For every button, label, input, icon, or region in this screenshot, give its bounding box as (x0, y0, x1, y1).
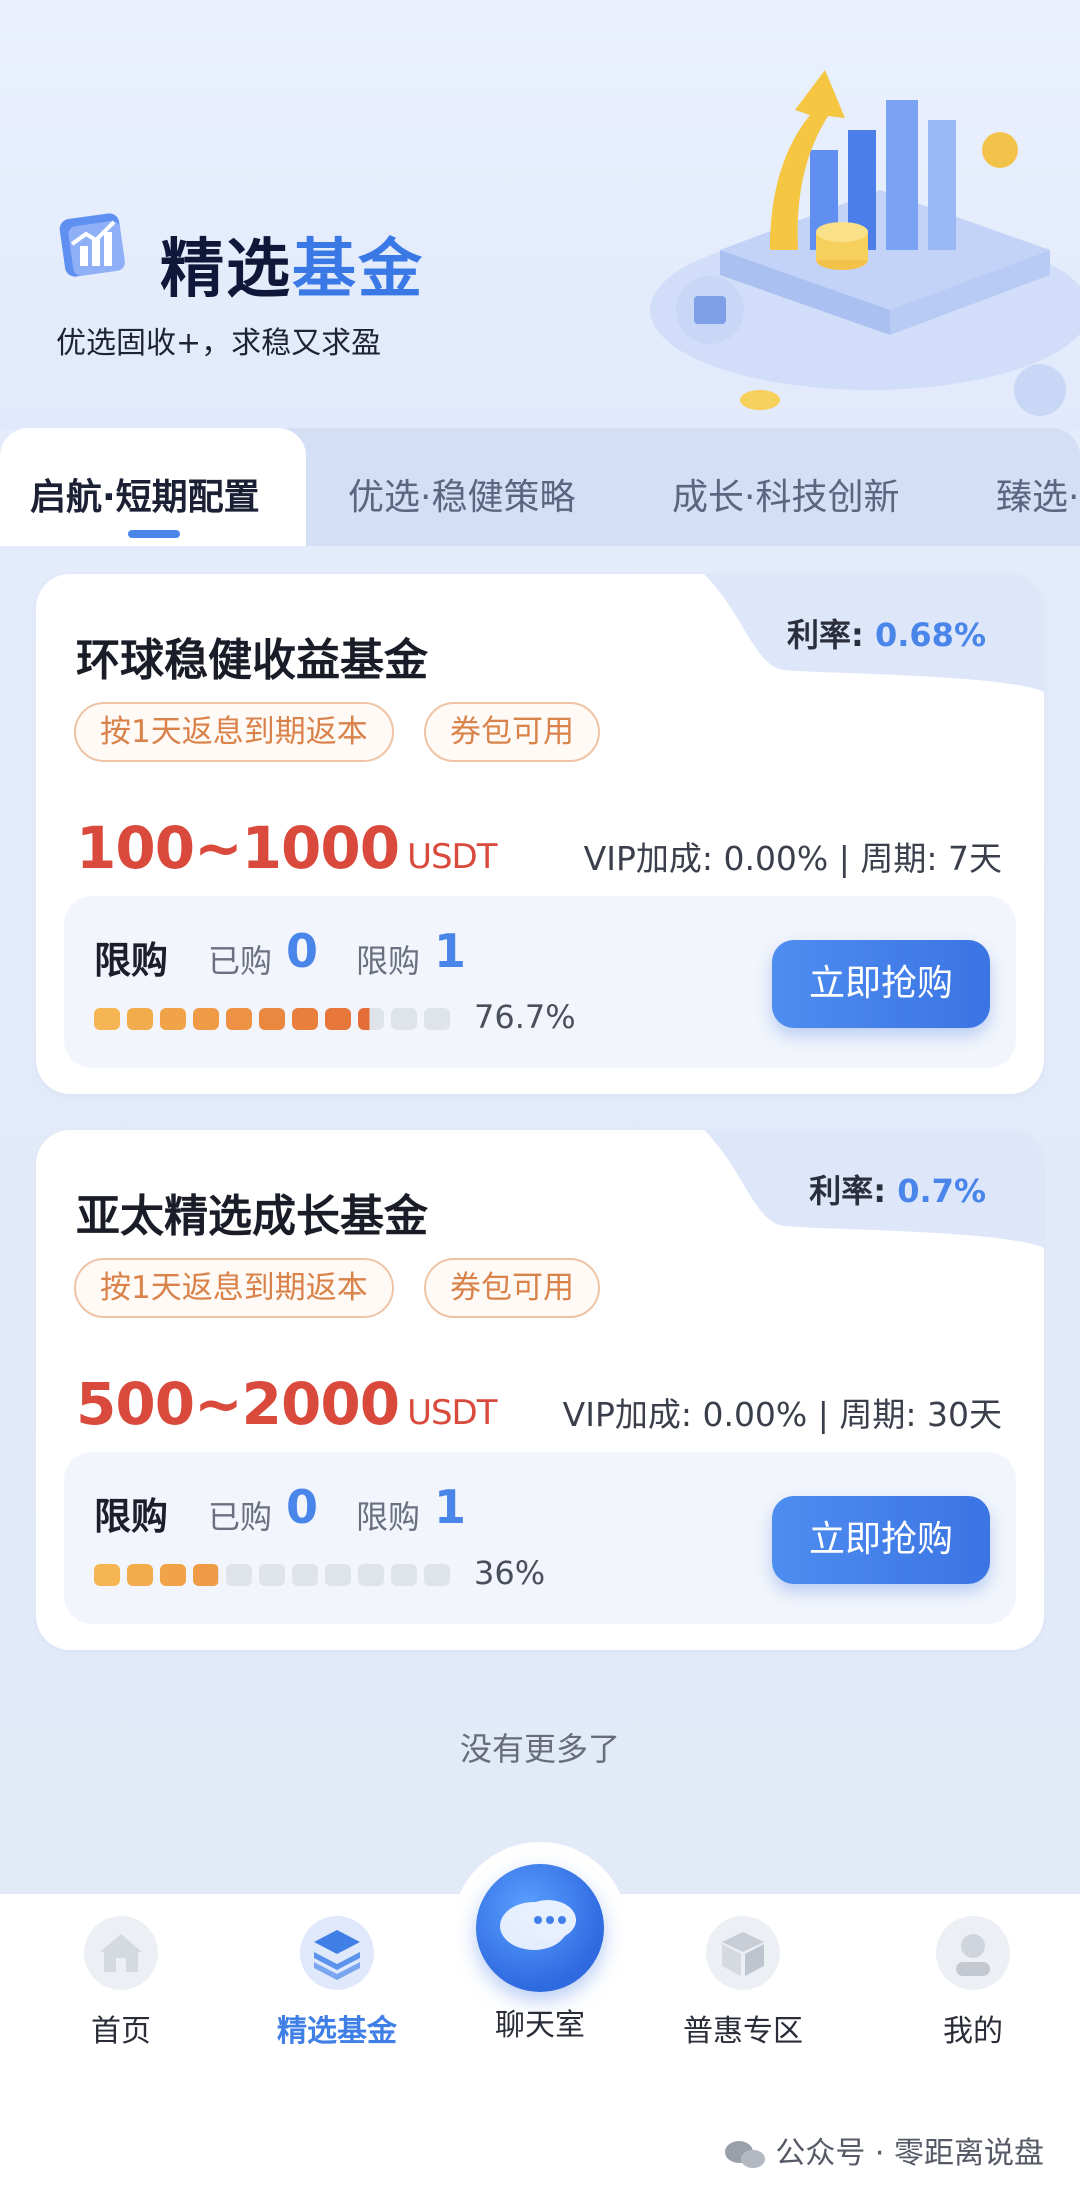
chat-room-button[interactable] (476, 1864, 604, 1992)
nav-label: 我的 (943, 2014, 1003, 2049)
layers-icon (300, 1916, 374, 1990)
bought-count: 0 (286, 924, 319, 978)
progress-segment (160, 1008, 186, 1030)
progress-segment (226, 1008, 252, 1030)
progress-segment (193, 1564, 219, 1586)
progress-segment (325, 1008, 351, 1030)
fund-card[interactable]: 利率: 0.7% 亚太精选成长基金 按1天返息到期返本 券包可用 500~200… (36, 1130, 1044, 1650)
nav-item-benefits[interactable]: 普惠专区 (658, 1916, 828, 2050)
bought-label: 已购 (208, 942, 273, 980)
limit-title: 限购 (94, 1495, 168, 1538)
home-icon (84, 1916, 158, 1990)
box-icon (706, 1916, 780, 1990)
page-subtitle: 优选固收+，求稳又求盈 (56, 326, 382, 361)
progress-segment (424, 1008, 450, 1030)
progress-segment (259, 1564, 285, 1586)
hero-banner: 精选基金 优选固收+，求稳又求盈 (0, 0, 1080, 430)
fund-logo-icon (59, 213, 125, 277)
tab-growth-tech[interactable]: 成长·科技创新 (672, 468, 899, 520)
nav-label: 精选基金 (277, 2014, 397, 2049)
nav-item-mine[interactable]: 我的 (888, 1916, 1058, 2050)
tag-chip: 券包可用 (424, 702, 600, 762)
tab-stable-strategy[interactable]: 优选·稳健策略 (348, 468, 575, 520)
tab-short-term[interactable]: 启航·短期配置 (30, 468, 260, 520)
bought-count: 0 (286, 1480, 319, 1534)
progress-percent: 36% (474, 1554, 546, 1592)
tag-chip: 按1天返息到期返本 (74, 702, 394, 762)
interest-rate: 利率: 0.68% (787, 616, 986, 654)
fund-card[interactable]: 利率: 0.68% 环球稳健收益基金 按1天返息到期返本 券包可用 100~10… (36, 574, 1044, 1094)
progress-segment (358, 1564, 384, 1586)
page: 精选基金 优选固收+，求稳又求盈 启航·短期配置 优选·稳健策略 成长·科技创新… (0, 0, 1080, 2190)
progress-segment (292, 1564, 318, 1586)
vip-period-info: VIP加成: 0.00% | 周期: 7天 (583, 839, 1002, 878)
fund-name: 环球稳健收益基金 (76, 635, 428, 686)
progress-segment (127, 1564, 153, 1586)
tab-premium[interactable]: 臻选· (996, 468, 1079, 520)
progress-segment (94, 1008, 120, 1030)
progress-bar (94, 1564, 454, 1586)
progress-segment (424, 1564, 450, 1586)
investment-range: 500~2000 USDT (76, 1370, 498, 1438)
limit-label: 限购 (356, 942, 421, 980)
purchase-limit-panel: 限购 已购 0 限购 1 76.7% 立即抢购 (64, 896, 1016, 1068)
progress-segment (358, 1008, 384, 1030)
progress-segment (127, 1008, 153, 1030)
active-tab-indicator (128, 530, 180, 538)
progress-segment (193, 1008, 219, 1030)
progress-percent: 76.7% (474, 998, 576, 1036)
nav-label: 普惠专区 (683, 2014, 803, 2049)
nav-label: 首页 (91, 2014, 151, 2049)
limit-count: 1 (434, 924, 467, 978)
limit-count: 1 (434, 1480, 467, 1534)
fund-name: 亚太精选成长基金 (76, 1191, 428, 1242)
watermark: 公众号 · 零距离说盘 (723, 2128, 1044, 2172)
progress-bar (94, 1008, 454, 1030)
progress-segment (160, 1564, 186, 1586)
buy-now-button[interactable]: 立即抢购 (772, 1496, 990, 1584)
purchase-limit-panel: 限购 已购 0 限购 1 36% 立即抢购 (64, 1452, 1016, 1624)
end-of-list-text: 没有更多了 (459, 1730, 620, 1768)
chat-bubbles-icon (500, 1900, 576, 1950)
progress-segment (94, 1564, 120, 1586)
progress-segment (226, 1564, 252, 1586)
progress-segment (391, 1564, 417, 1586)
nav-item-home[interactable]: 首页 (36, 1916, 206, 2050)
investment-range: 100~1000 USDT (76, 814, 498, 882)
category-tabs: 启航·短期配置 优选·稳健策略 成长·科技创新 臻选· (0, 428, 1080, 546)
user-icon (936, 1916, 1010, 1990)
interest-rate: 利率: 0.7% (809, 1172, 986, 1210)
progress-segment (259, 1008, 285, 1030)
progress-segment (292, 1008, 318, 1030)
nav-label[interactable]: 聊天室 (452, 2000, 628, 2044)
buy-now-button[interactable]: 立即抢购 (772, 940, 990, 1028)
limit-title: 限购 (94, 939, 168, 982)
progress-segment (391, 1008, 417, 1030)
limit-label: 限购 (356, 1498, 421, 1536)
growth-chart-illustration (650, 70, 1080, 416)
tag-chip: 券包可用 (424, 1258, 600, 1318)
tag-chip: 按1天返息到期返本 (74, 1258, 394, 1318)
progress-segment (325, 1564, 351, 1586)
bought-label: 已购 (208, 1498, 273, 1536)
vip-period-info: VIP加成: 0.00% | 周期: 30天 (562, 1395, 1002, 1434)
page-title: 精选基金 (160, 233, 424, 307)
nav-item-funds[interactable]: 精选基金 (252, 1916, 422, 2050)
wechat-icon (725, 2140, 766, 2168)
